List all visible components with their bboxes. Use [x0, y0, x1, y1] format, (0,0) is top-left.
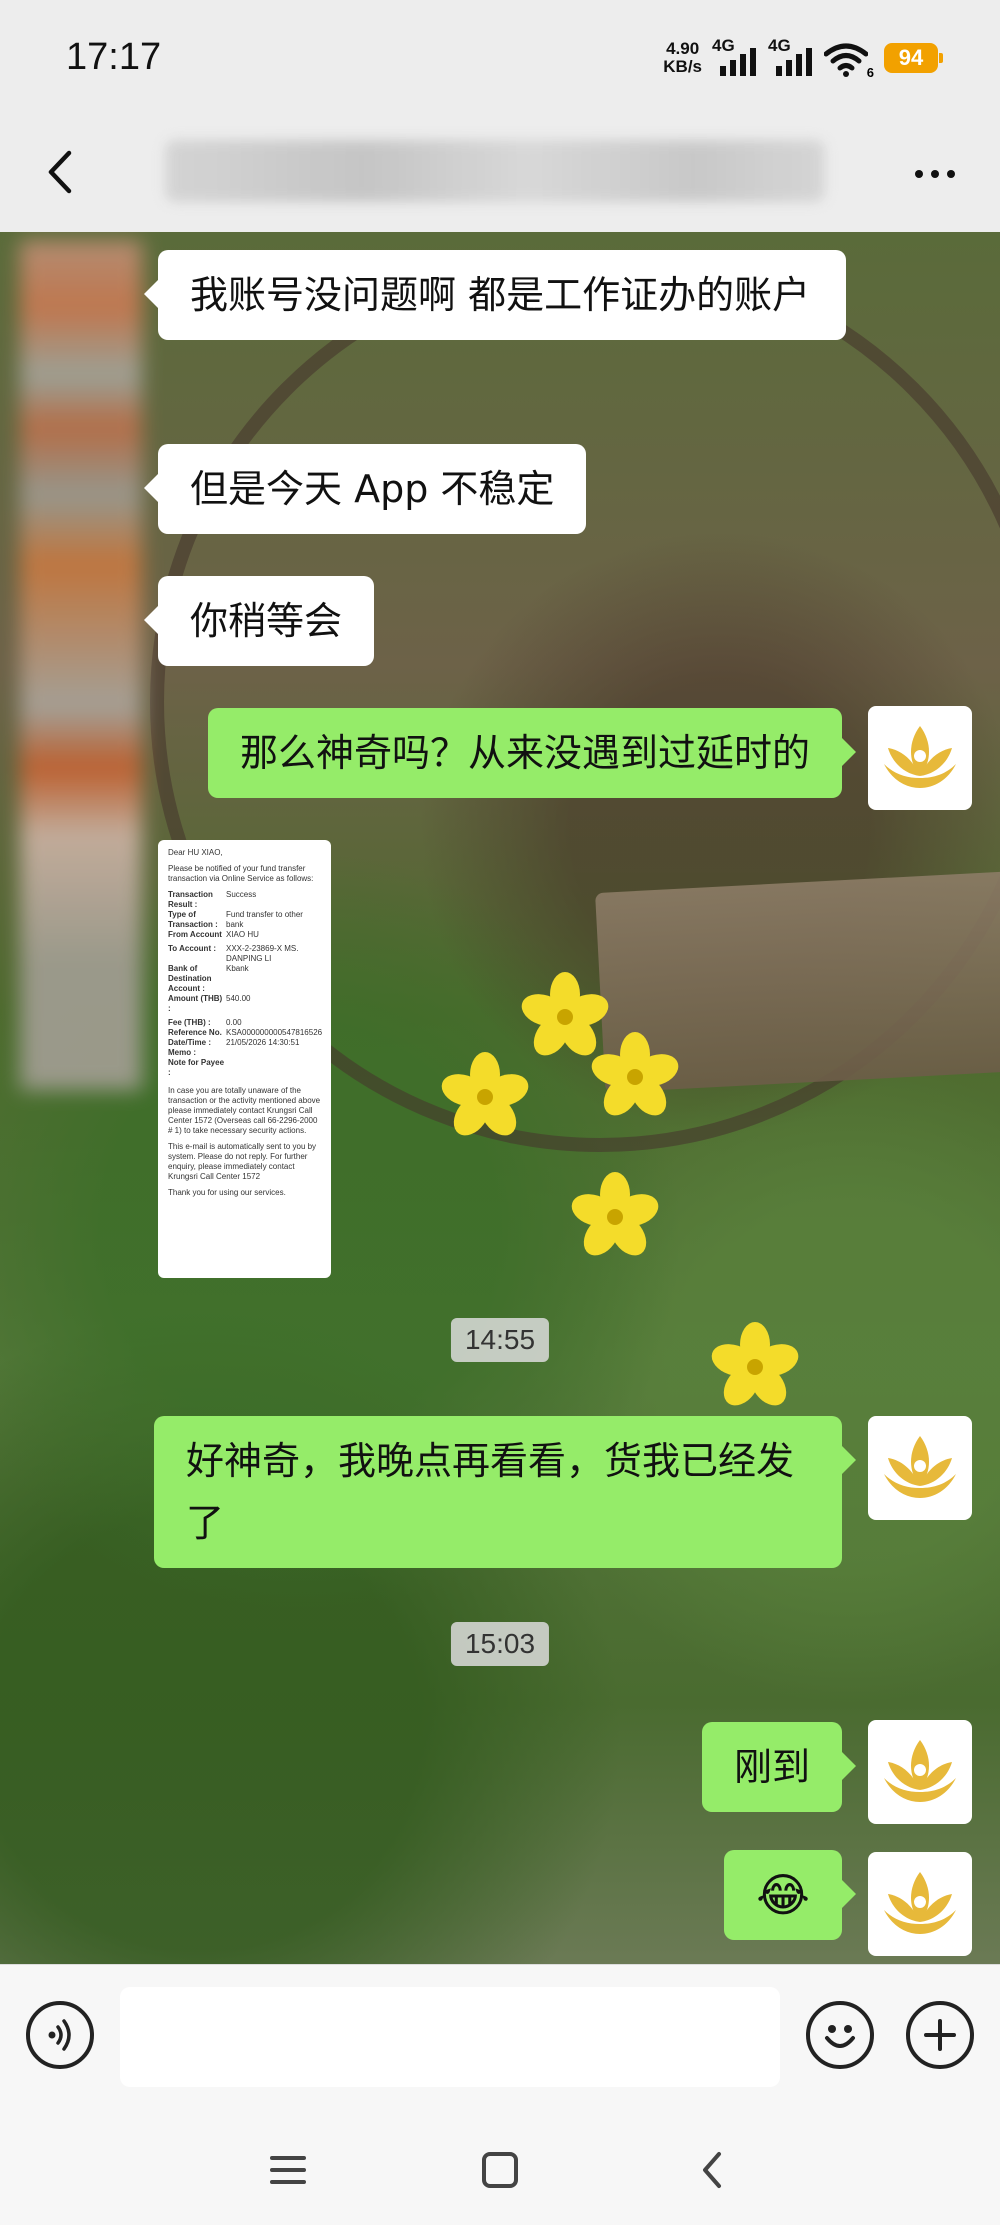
recents-button[interactable]	[258, 2145, 318, 2195]
back-button[interactable]	[30, 142, 90, 202]
receipt-row: Bank of Destination Account : Kbank	[168, 964, 249, 993]
network-speed-value: 4.90	[666, 39, 700, 58]
background-flower	[437, 1052, 533, 1143]
my-avatar[interactable]	[868, 1720, 972, 1824]
message-incoming[interactable]: 你稍等会	[143, 576, 375, 666]
my-avatar[interactable]	[868, 706, 972, 810]
back-chevron-icon	[48, 150, 72, 194]
chat-header	[0, 120, 1000, 232]
chat-title-redacted	[165, 140, 825, 202]
receipt-row: From Account XIAO HU	[168, 930, 259, 939]
receipt-row: Memo :	[168, 1048, 196, 1057]
home-square-icon	[482, 2152, 518, 2188]
emoji-icon	[825, 2025, 855, 2048]
message-timestamp: 15:03	[450, 1622, 550, 1666]
my-avatar[interactable]	[868, 1416, 972, 1520]
receipt-row: Type of Transaction : Fund transfer to ot…	[168, 910, 303, 929]
signal-sim2-icon: 4G	[768, 36, 814, 80]
message-input[interactable]	[120, 1987, 780, 2087]
wifi-icon: 6	[824, 36, 874, 80]
more-dots-icon	[915, 170, 923, 178]
message-outgoing-emoji[interactable]: 😂	[724, 1850, 856, 1940]
network-speed-unit: KB/s	[663, 57, 702, 76]
receipt-greeting: Dear HU XIAO,	[168, 848, 223, 857]
message-incoming[interactable]: 我账号没问题啊 都是工作证办的账户	[144, 250, 846, 340]
my-avatar[interactable]	[868, 1852, 972, 1956]
lotus-avatar-icon	[884, 1740, 956, 1802]
receipt-row: Note for Payee :	[168, 1058, 225, 1077]
message-incoming[interactable]: 但是今天 App 不稳定	[143, 444, 587, 534]
add-icon	[924, 2019, 956, 2051]
background-flower	[517, 972, 613, 1063]
battery-indicator: 94	[884, 43, 943, 73]
emoji-button[interactable]	[806, 2001, 874, 2069]
signal-sim1-icon: 4G	[712, 36, 758, 80]
network-speed: 4.90 KB/s	[663, 40, 702, 76]
voice-icon	[48, 2019, 71, 2051]
receipt-thanks: Thank you for using our services.	[168, 1188, 286, 1197]
status-bar: 17:17 4.90 KB/s 4G 4G 6 94	[0, 0, 1000, 120]
status-icons: 4.90 KB/s 4G 4G 6 94	[663, 36, 943, 80]
transfer-receipt-image[interactable]: Dear HU XIAO, Please be notified of your…	[158, 840, 331, 1278]
receipt-row: Reference No. KSA000000000547816526	[168, 1028, 323, 1037]
receipt-row: To Account : XXX-2-23869-X MS. DANPING LI	[168, 944, 299, 963]
message-outgoing[interactable]: 好神奇，我晚点再看看，货我已经发了	[154, 1416, 856, 1568]
menu-lines-icon	[270, 2156, 306, 2184]
message-outgoing[interactable]: 那么神奇吗？从来没遇到过延时的	[207, 708, 857, 798]
receipt-notice: This e-mail is automatically sent to you…	[168, 1142, 317, 1181]
more-options-button[interactable]	[900, 146, 970, 202]
chat-area[interactable]: 我账号没问题啊 都是工作证办的账户 但是今天 App 不稳定 你稍等会 那么神奇…	[0, 232, 1000, 1964]
receipt-row: Amount (THB) :540.00	[168, 994, 251, 1013]
receipt-notice: In case you are totally unaware of the t…	[168, 1086, 321, 1135]
home-button[interactable]	[470, 2145, 530, 2195]
receipt-row: Fee (THB) :0.00	[168, 1018, 242, 1027]
message-outgoing[interactable]: 刚到	[701, 1722, 857, 1812]
system-back-button[interactable]	[682, 2145, 742, 2195]
add-button[interactable]	[906, 2001, 974, 2069]
back-arrow-icon	[703, 2152, 721, 2188]
message-timestamp: 14:55	[450, 1318, 550, 1362]
receipt-intro: Please be notified of your fund transfer…	[168, 864, 314, 883]
lotus-avatar-icon	[884, 726, 956, 788]
redacted-avatar-column	[20, 240, 142, 1090]
background-flower	[567, 1172, 663, 1263]
input-bar	[0, 1964, 1000, 2109]
status-time: 17:17	[66, 36, 162, 78]
system-nav-bar	[0, 2109, 1000, 2225]
receipt-row: Transaction Result : Success	[168, 890, 257, 909]
lotus-avatar-icon	[884, 1872, 956, 1934]
receipt-row: Date/Time :21/05/2026 14:30:51	[168, 1038, 300, 1047]
voice-button[interactable]	[26, 2001, 94, 2069]
wifi-label: 6	[866, 65, 874, 80]
lotus-avatar-icon	[884, 1436, 956, 1498]
background-flower	[707, 1322, 803, 1413]
